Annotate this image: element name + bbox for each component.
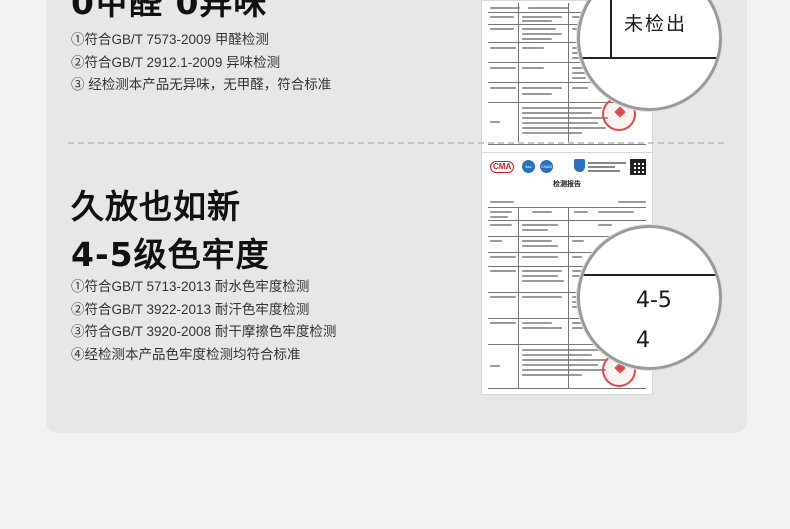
company-name-lines <box>588 162 626 174</box>
dashed-divider <box>68 142 724 144</box>
magnified-grade-1: 4-5 <box>636 288 672 313</box>
colorfastness-headline-2: 4-5级色牢度 <box>71 235 270 274</box>
magnified-grade-2: 4 <box>636 328 650 353</box>
bullet-item: ③ 经检测本产品无异味，无甲醛，符合标准 <box>71 77 332 92</box>
report-title: 检测报告 <box>553 179 581 188</box>
shield-icon <box>574 159 585 172</box>
formaldehyde-section: 0甲醛 0异味 ①符合GB/T 7573-2009 甲醛检测 ②符合GB/T 2… <box>46 0 747 154</box>
colorfastness-headline-1: 久放也如新 <box>71 187 241 226</box>
bullet-item: ②符合GB/T 3922-2013 耐汗色牢度检测 <box>71 301 310 317</box>
qr-code-icon <box>630 159 646 175</box>
ilac-logo: ilac <box>522 160 535 173</box>
cnas-logo: CNAS <box>540 160 553 173</box>
bullet-item: ②符合GB/T 2912.1-2009 异味检测 <box>71 54 281 70</box>
magnified-result-text: 未检出 <box>624 13 688 35</box>
colorfastness-bullet-list: ①符合GB/T 5713-2013 耐水色牢度检测 ②符合GB/T 3922-2… <box>71 276 336 366</box>
report-header-logos: CMA ilac CNAS <box>488 159 648 175</box>
bullet-item: ④经检测本产品色牢度检测均符合标准 <box>71 346 301 362</box>
test-report-card: 0甲醛 0异味 ①符合GB/T 7573-2009 甲醛检测 ②符合GB/T 2… <box>46 0 747 433</box>
magnifier-circle: 4-5 4 <box>577 225 722 370</box>
bullet-item: ③符合GB/T 3920-2008 耐干摩擦色牢度检测 <box>71 324 337 339</box>
cma-logo: CMA <box>490 161 515 173</box>
bullet-item: ①符合GB/T 7573-2009 甲醛检测 <box>71 32 269 47</box>
formaldehyde-bullet-list: ①符合GB/T 7573-2009 甲醛检测 ②符合GB/T 2912.1-20… <box>71 29 331 97</box>
formaldehyde-headline: 0甲醛 0异味 <box>71 0 268 22</box>
bullet-item: ①符合GB/T 5713-2013 耐水色牢度检测 <box>71 279 310 294</box>
